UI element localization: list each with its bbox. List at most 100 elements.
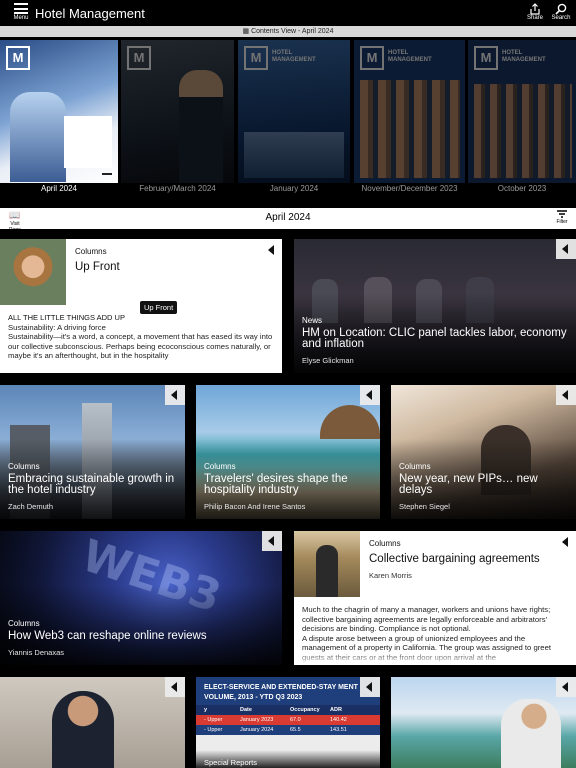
article-card-family-resort[interactable] (391, 677, 576, 768)
card-text: Columns Travelers' desires shape the hos… (204, 462, 372, 511)
article-title: HM on Location: CLIC panel tackles labor… (302, 327, 567, 350)
report-cell: - Upper (204, 727, 223, 733)
section-header: 📖 Visit Page April 2024 Filter (0, 208, 576, 233)
article-category: News (302, 316, 323, 325)
card-text: News HM on Location: CLIC panel tackles … (302, 316, 568, 365)
article-author: Philip Bacon And Irene Santos (204, 502, 306, 511)
report-column-headers: y Date Occupancy ADR (196, 705, 380, 715)
article-category: Columns (204, 462, 236, 471)
issues-carousel[interactable]: M April 2024 M February/March 2024 M HOT… (0, 40, 576, 196)
expand-arrow-icon[interactable] (556, 385, 576, 405)
card-text: Columns New year, new PIPs… new delays S… (399, 462, 568, 511)
share-button[interactable]: Share (523, 3, 547, 21)
article-title: New year, new PIPs… new delays (399, 473, 538, 496)
cover-faces-grid (360, 80, 460, 178)
issue-cover-nov-dec-2023[interactable]: M HOTEL MANAGEMENT November/December 2023 (354, 40, 465, 196)
expand-arrow-icon[interactable] (165, 677, 185, 697)
cover-person-image (179, 70, 223, 183)
report-cell: January 2024 (240, 727, 274, 733)
issue-cover-january-2024[interactable]: M HOTEL MANAGEMENT January 2024 (238, 40, 350, 196)
issue-label: October 2023 (497, 184, 547, 193)
search-button[interactable]: Search (549, 3, 573, 21)
report-row: - Upper January 2024 65.5 143.51 (196, 725, 380, 735)
report-cell: 140.42 (330, 717, 347, 723)
expand-arrow-icon[interactable] (556, 677, 576, 697)
card-text: Columns How Web3 can reshape online revi… (8, 619, 274, 657)
issue-cover-feb-mar-2024[interactable]: M February/March 2024 (121, 40, 234, 196)
article-card-up-front[interactable]: Columns Up Front Up Front ALL THE LITTLE… (0, 239, 282, 373)
expand-arrow-icon[interactable] (165, 385, 185, 405)
article-category: Columns (369, 539, 401, 548)
article-card-travelers-desires[interactable]: Columns Travelers' desires shape the hos… (196, 385, 380, 519)
article-excerpt: ALL THE LITTLE THINGS ADD UP Sustainabil… (8, 313, 274, 361)
article-author: Elyse Glickman (302, 356, 354, 365)
article-card-new-pips[interactable]: Columns New year, new PIPs… new delays S… (391, 385, 576, 519)
resort-photo (391, 677, 576, 768)
issue-label: January 2024 (269, 184, 319, 193)
hm-logo-icon: M (474, 46, 498, 70)
filter-button[interactable]: Filter (552, 209, 572, 225)
report-row: - Upper January 2023 67.0 140.42 (196, 715, 380, 725)
report-cell: 143.51 (330, 727, 347, 733)
report-col-header: y (204, 707, 208, 713)
article-card-portrait[interactable] (0, 677, 185, 768)
article-author: Stephen Siegel (399, 502, 450, 511)
report-cell: - Upper (204, 717, 223, 723)
article-title: Embracing sustainable growth in the hote… (8, 473, 175, 496)
report-cell: 67.0 (290, 717, 301, 723)
menu-button[interactable]: Menu (10, 3, 32, 25)
expand-arrow-icon[interactable] (360, 677, 380, 697)
expand-arrow-icon[interactable] (268, 245, 274, 255)
card-text: Columns Embracing sustainable growth in … (8, 462, 177, 511)
article-category: Columns (8, 619, 40, 628)
article-kicker: ALL THE LITTLE THINGS ADD UP (8, 313, 125, 322)
issue-cover-october-2023[interactable]: M HOTEL MANAGEMENT October 2023 (468, 40, 576, 196)
report-col-header: Date (240, 707, 252, 713)
expand-arrow-icon[interactable] (562, 537, 568, 547)
hm-logo-icon: M (127, 46, 151, 70)
filter-icon (557, 210, 567, 218)
article-subhead: Sustainability: A driving force (8, 322, 106, 332)
cover-people-image (10, 92, 66, 182)
article-card-clic-panel[interactable]: News HM on Location: CLIC panel tackles … (294, 239, 576, 373)
article-card-sustainable-growth[interactable]: Columns Embracing sustainable growth in … (0, 385, 185, 519)
article-body-paragraph: Much to the chagrin of many a manager, w… (302, 605, 551, 634)
issue-label: November/December 2023 (361, 184, 458, 193)
article-card-special-report[interactable]: ELECT-SERVICE AND EXTENDED-STAY MENT VOL… (196, 677, 380, 768)
expand-arrow-icon[interactable] (556, 239, 576, 259)
contents-view-bar[interactable]: ▦ Contents View - April 2024 (0, 26, 576, 37)
cover-wordmark: HOTEL MANAGEMENT (502, 50, 546, 63)
section-title: April 2024 (265, 212, 311, 223)
article-category: Columns (8, 462, 40, 471)
report-heading: ELECT-SERVICE AND EXTENDED-STAY MENT VOL… (196, 677, 380, 705)
portrait-photo (0, 677, 185, 768)
hut-image (320, 405, 380, 439)
article-author: Karen Morris (369, 571, 412, 580)
hm-logo-icon: M (244, 46, 268, 70)
fade-overlay (294, 651, 576, 665)
report-cell: January 2023 (240, 717, 274, 723)
expand-arrow-icon[interactable] (262, 531, 282, 551)
cover-text-block (64, 116, 112, 168)
article-title: Up Front (75, 261, 120, 273)
contents-view-label: Contents View - April 2024 (251, 28, 334, 35)
person-image (316, 545, 338, 597)
article-author: Yiannis Denaxas (8, 648, 65, 657)
article-title: Travelers' desires shape the hospitality… (204, 473, 348, 496)
cover-photo (244, 132, 344, 178)
share-label: Share (526, 15, 543, 21)
issue-cover-april-2024[interactable]: M April 2024 (0, 40, 118, 196)
cover-image: M (0, 40, 118, 183)
report-col-header: Occupancy (290, 707, 320, 713)
expand-arrow-icon[interactable] (360, 385, 380, 405)
article-card-web3[interactable]: WEB3 Columns How Web3 can reshape online… (0, 531, 282, 665)
article-card-collective-bargaining[interactable]: Columns Collective bargaining agreements… (294, 531, 576, 665)
author-photo (0, 239, 66, 305)
menu-label: Menu (13, 15, 29, 21)
cover-wordmark: HOTEL MANAGEMENT (388, 50, 432, 63)
download-icon[interactable] (102, 165, 112, 175)
article-title: How Web3 can reshape online reviews (8, 630, 207, 642)
person-image (52, 691, 114, 768)
cover-image: M HOTEL MANAGEMENT (468, 40, 576, 183)
share-icon (530, 3, 540, 15)
